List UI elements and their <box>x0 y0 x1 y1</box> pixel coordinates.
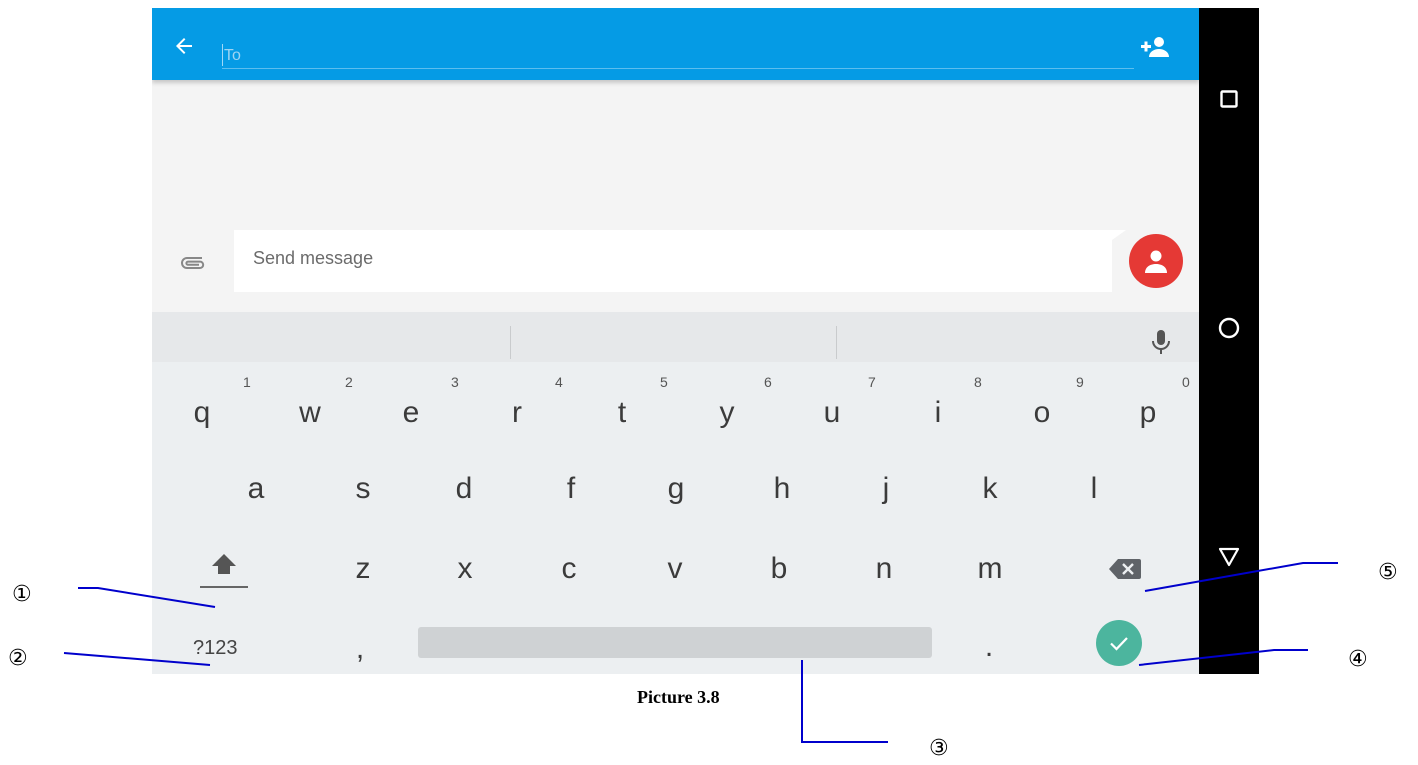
key-m[interactable]: m <box>960 552 1020 586</box>
key-r[interactable]: r <box>487 396 547 430</box>
key-e[interactable]: e <box>381 396 441 430</box>
key-u[interactable]: u <box>802 396 862 430</box>
callout-number: ⑤ <box>1378 560 1398 585</box>
key-hint: 5 <box>660 374 668 390</box>
key-s[interactable]: s <box>333 472 393 506</box>
key-z[interactable]: z <box>333 552 393 586</box>
suggestion-divider <box>510 326 511 359</box>
key-hint: 7 <box>868 374 876 390</box>
enter-button[interactable] <box>1096 620 1142 666</box>
key-c[interactable]: c <box>539 552 599 586</box>
suggestion-divider <box>836 326 837 359</box>
key-y[interactable]: y <box>697 396 757 430</box>
microphone-icon[interactable] <box>1150 328 1172 356</box>
navigation-bar <box>1199 8 1259 674</box>
key-o[interactable]: o <box>1012 396 1072 430</box>
key-j[interactable]: j <box>856 472 916 506</box>
symbols-key[interactable]: ?123 <box>193 637 238 660</box>
key-d[interactable]: d <box>434 472 494 506</box>
key-g[interactable]: g <box>646 472 706 506</box>
bubble-tail <box>1112 230 1126 240</box>
recipient-placeholder: To <box>224 47 241 64</box>
square-icon[interactable] <box>1220 90 1238 108</box>
key-p[interactable]: p <box>1118 396 1178 430</box>
app-bar: To <box>152 8 1199 80</box>
key-hint: 1 <box>243 374 251 390</box>
circle-icon[interactable] <box>1218 317 1240 339</box>
callout-number: ② <box>8 646 28 671</box>
person-icon <box>1145 250 1167 273</box>
key-a[interactable]: a <box>226 472 286 506</box>
key-hint: 2 <box>345 374 353 390</box>
comma-key[interactable]: , <box>330 632 390 666</box>
key-i[interactable]: i <box>908 396 968 430</box>
key-l[interactable]: l <box>1064 472 1124 506</box>
key-hint: 6 <box>764 374 772 390</box>
figure-caption: Picture 3.8 <box>637 687 720 707</box>
recipient-input[interactable]: To <box>222 42 1134 69</box>
key-v[interactable]: v <box>645 552 705 586</box>
key-h[interactable]: h <box>752 472 812 506</box>
key-t[interactable]: t <box>592 396 652 430</box>
key-hint: 0 <box>1182 374 1190 390</box>
triangle-down-icon[interactable] <box>1218 547 1240 567</box>
contact-button[interactable] <box>1129 234 1183 288</box>
key-hint: 8 <box>974 374 982 390</box>
keyboard: q 1 w 2 e 3 r 4 t 5 y 6 u 7 i 8 o 9 p 0 … <box>152 362 1199 674</box>
key-q[interactable]: q <box>172 396 232 430</box>
key-x[interactable]: x <box>435 552 495 586</box>
key-hint: 9 <box>1076 374 1084 390</box>
key-hint: 4 <box>555 374 563 390</box>
callout-number: ① <box>12 582 32 607</box>
text-cursor <box>222 44 223 66</box>
key-f[interactable]: f <box>541 472 601 506</box>
backspace-icon[interactable] <box>1108 558 1142 580</box>
callout-number: ④ <box>1348 647 1368 672</box>
key-b[interactable]: b <box>749 552 809 586</box>
period-key[interactable]: . <box>959 630 1019 664</box>
key-w[interactable]: w <box>280 396 340 430</box>
arrow-left-icon[interactable] <box>172 34 196 58</box>
message-input[interactable]: Send message <box>234 230 1126 292</box>
key-k[interactable]: k <box>960 472 1020 506</box>
callout-number: ③ <box>929 736 949 761</box>
message-placeholder: Send message <box>253 248 374 268</box>
key-n[interactable]: n <box>854 552 914 586</box>
key-hint: 3 <box>451 374 459 390</box>
spacebar[interactable] <box>418 627 932 658</box>
messaging-screen: To Send message q 1 w 2 e 3 r 4 t 5 y 6 … <box>152 8 1199 674</box>
person-add-icon[interactable] <box>1140 36 1170 58</box>
suggestion-bar <box>152 312 1199 362</box>
shift-arrow-icon[interactable] <box>198 550 250 594</box>
checkmark-icon <box>1110 637 1128 651</box>
paperclip-icon[interactable] <box>178 252 208 272</box>
